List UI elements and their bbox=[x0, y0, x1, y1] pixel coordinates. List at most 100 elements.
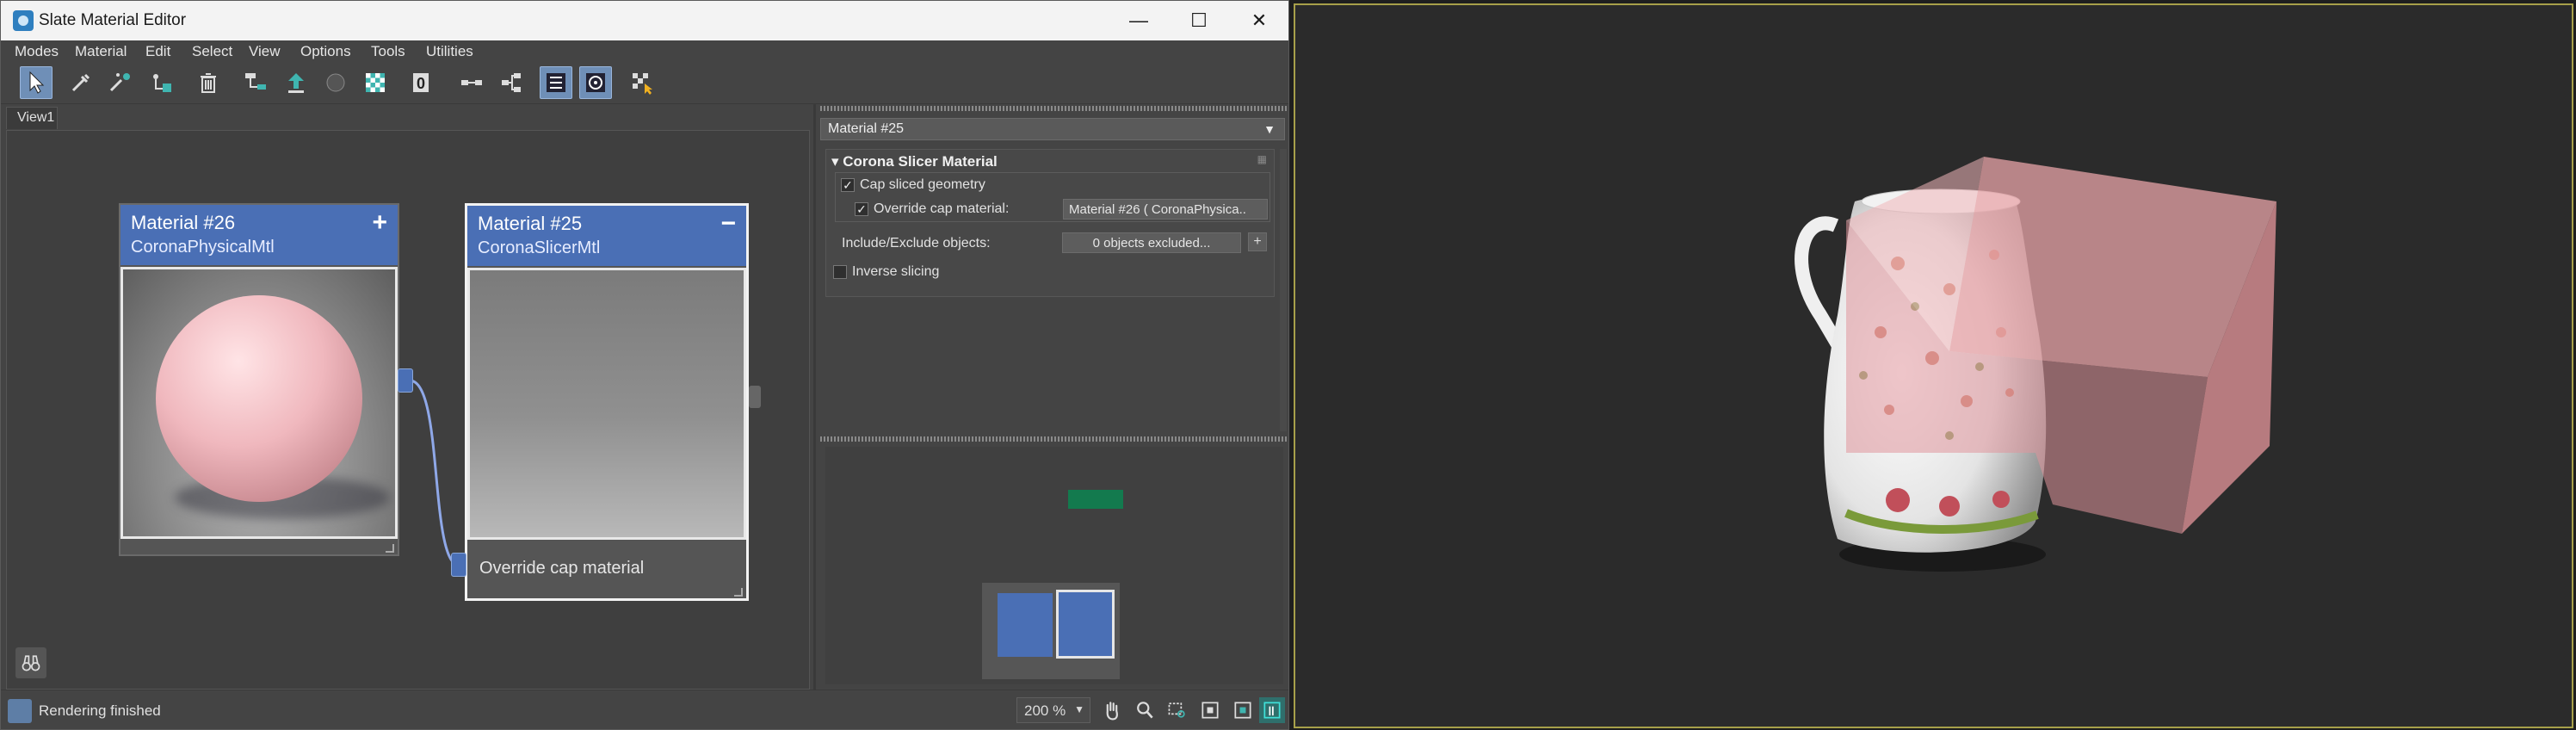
layout-horizontal-button[interactable] bbox=[455, 66, 488, 99]
put-to-scene-button[interactable] bbox=[104, 66, 137, 99]
material-node-25[interactable]: Material #25 CoronaSlicerMtl − Override … bbox=[465, 203, 749, 601]
material-dropdown-value: Material #25 bbox=[828, 121, 905, 136]
menu-tools[interactable]: Tools bbox=[371, 43, 405, 60]
corona-slicer-rollout: ▾ Corona Slicer Material ▦ ✓ Cap sliced … bbox=[825, 149, 1275, 297]
node-title: Material #25 bbox=[478, 213, 583, 234]
checker-cursor-icon bbox=[633, 73, 652, 95]
render-preview-button[interactable] bbox=[626, 66, 658, 99]
app-icon bbox=[13, 10, 34, 31]
menu-select[interactable]: Select bbox=[192, 43, 232, 60]
material-node-26[interactable]: Material #26 CoronaPhysicalMtl + bbox=[119, 203, 399, 556]
sphere-preview-icon bbox=[326, 73, 345, 92]
select-children-button[interactable] bbox=[280, 66, 312, 99]
menu-view[interactable]: View bbox=[249, 43, 281, 60]
show-background-button[interactable] bbox=[319, 66, 352, 99]
navigator-node bbox=[998, 593, 1053, 657]
layout-tree-icon bbox=[502, 73, 521, 92]
zoom-region-button[interactable] bbox=[1164, 697, 1190, 723]
override-cap-material-checkbox[interactable]: ✓ bbox=[855, 202, 868, 216]
collapse-toggle-icon[interactable]: − bbox=[720, 209, 736, 238]
binoculars-icon bbox=[22, 655, 40, 671]
zoom-button[interactable] bbox=[1132, 697, 1158, 723]
rollout-title[interactable]: ▾ Corona Slicer Material bbox=[831, 153, 998, 170]
resize-grip-icon[interactable] bbox=[386, 544, 394, 553]
zoom-dropdown[interactable]: 200 % ▼ bbox=[1016, 697, 1090, 723]
panel-grip[interactable] bbox=[820, 106, 1288, 111]
navigator-viewport-marker bbox=[1068, 490, 1123, 509]
material-dropdown[interactable]: Material #25 ▼ bbox=[820, 118, 1285, 140]
slot-override-cap-material[interactable]: Override cap material bbox=[479, 559, 644, 578]
eyedropper-icon bbox=[71, 73, 90, 92]
rollout-menu-icon[interactable]: ▦ bbox=[1257, 153, 1267, 165]
menu-edit[interactable]: Edit bbox=[145, 43, 170, 60]
menu-material[interactable]: Material bbox=[75, 43, 127, 60]
override-cap-material-label: Override cap material: bbox=[874, 201, 1010, 216]
panel-grip[interactable] bbox=[820, 436, 1288, 442]
3d-viewport[interactable] bbox=[1294, 3, 2573, 728]
include-exclude-button[interactable]: 0 objects excluded... bbox=[1062, 232, 1241, 253]
node-type: CoronaPhysicalMtl bbox=[131, 238, 275, 257]
cap-sliced-geometry-checkbox[interactable]: ✓ bbox=[841, 178, 855, 192]
input-socket[interactable] bbox=[451, 553, 466, 577]
pick-material-button[interactable] bbox=[65, 66, 97, 99]
navigator-icon bbox=[586, 73, 605, 92]
delete-button[interactable] bbox=[192, 66, 225, 99]
resize-grip-icon[interactable] bbox=[734, 588, 743, 597]
zero-id-icon: 0 bbox=[413, 73, 429, 92]
include-exclude-add-button[interactable]: + bbox=[1248, 232, 1267, 251]
show-navigator-button[interactable] bbox=[579, 66, 612, 99]
show-parameters-button[interactable] bbox=[540, 66, 572, 99]
pink-sphere-preview bbox=[156, 295, 362, 502]
node-header[interactable]: Material #25 CoronaSlicerMtl − bbox=[467, 206, 746, 266]
output-socket[interactable] bbox=[749, 386, 761, 408]
chevron-down-icon: ▼ bbox=[1074, 703, 1084, 715]
node-type: CoronaSlicerMtl bbox=[478, 238, 601, 257]
title-bar[interactable]: Slate Material Editor — ☐ ✕ bbox=[1, 1, 1288, 40]
menu-utilities[interactable]: Utilities bbox=[426, 43, 473, 60]
close-button[interactable]: ✕ bbox=[1230, 1, 1288, 40]
assign-material-icon bbox=[153, 74, 171, 92]
inverse-slicing-label: Inverse slicing bbox=[852, 264, 940, 279]
zoom-selected-icon bbox=[1234, 702, 1251, 719]
cap-sliced-geometry-label: Cap sliced geometry bbox=[860, 177, 985, 192]
parameter-scrollbar[interactable] bbox=[1280, 149, 1287, 431]
rollout-title-text: Corona Slicer Material bbox=[843, 153, 998, 170]
checker-background-button[interactable] bbox=[359, 66, 392, 99]
status-bar: Rendering finished 200 % ▼ bbox=[1, 690, 1288, 729]
override-cap-material-button[interactable]: Material #26 ( CoronaPhysica.. bbox=[1063, 199, 1268, 220]
navigator-canvas[interactable] bbox=[825, 447, 1283, 684]
find-nodes-button[interactable] bbox=[15, 647, 46, 678]
toolbar: 0 bbox=[1, 61, 1288, 104]
dropdown-arrow-icon: ▼ bbox=[1263, 122, 1276, 136]
pan-button[interactable] bbox=[1099, 697, 1125, 723]
include-exclude-label: Include/Exclude objects: bbox=[842, 236, 991, 251]
menu-modes[interactable]: Modes bbox=[15, 43, 59, 60]
zoom-extents-selected-button[interactable] bbox=[1230, 697, 1256, 723]
status-text: Rendering finished bbox=[39, 702, 161, 719]
material-id-button[interactable]: 0 bbox=[405, 66, 438, 99]
tab-view1[interactable]: View1 bbox=[6, 107, 58, 129]
render-status-icon bbox=[8, 699, 32, 723]
maximize-button[interactable]: ☐ bbox=[1170, 1, 1228, 40]
zoom-extents-icon bbox=[1202, 702, 1219, 719]
magnifier-icon bbox=[1137, 702, 1153, 719]
expand-toggle-icon[interactable]: + bbox=[372, 208, 387, 238]
output-socket[interactable] bbox=[398, 368, 413, 393]
select-tool-button[interactable] bbox=[20, 66, 53, 99]
zoom-value: 200 % bbox=[1024, 702, 1066, 719]
pan-to-selected-button[interactable] bbox=[1259, 697, 1285, 723]
minimize-button[interactable]: — bbox=[1109, 1, 1168, 40]
hierarchy-icon bbox=[245, 73, 266, 90]
zoom-extents-button[interactable] bbox=[1197, 697, 1223, 723]
slate-material-editor-window: Slate Material Editor — ☐ ✕ Modes Materi… bbox=[0, 0, 1289, 730]
node-view-canvas[interactable]: Material #26 CoronaPhysicalMtl + Materia… bbox=[6, 130, 810, 690]
list-parameters-icon bbox=[547, 73, 565, 92]
assign-to-selection-button[interactable] bbox=[144, 66, 176, 99]
layout-vertical-button[interactable] bbox=[495, 66, 528, 99]
panel-splitter[interactable] bbox=[810, 104, 820, 690]
move-children-button[interactable] bbox=[238, 66, 271, 99]
menu-options[interactable]: Options bbox=[300, 43, 351, 60]
inverse-slicing-checkbox[interactable] bbox=[833, 265, 847, 279]
put-to-scene-icon bbox=[109, 73, 130, 92]
node-header[interactable]: Material #26 CoronaPhysicalMtl + bbox=[120, 205, 398, 265]
